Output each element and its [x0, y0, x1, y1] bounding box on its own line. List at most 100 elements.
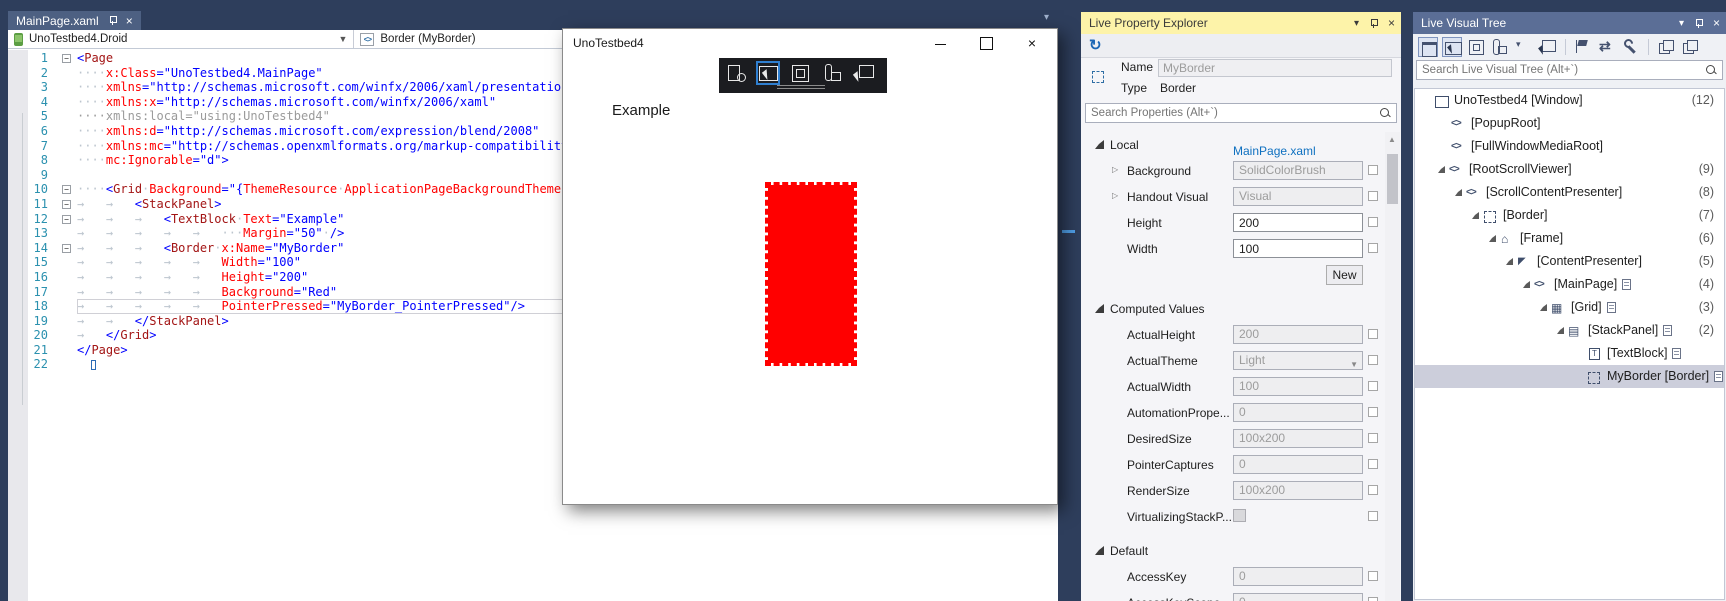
tab-overflow-chevron-icon[interactable]: ▾: [1044, 12, 1049, 23]
section-expanded-icon[interactable]: [1095, 140, 1104, 149]
collapse-region-icon[interactable]: −: [62, 243, 71, 253]
goto-live-visual-tree-icon[interactable]: [725, 62, 747, 84]
tree-expanded-icon[interactable]: [1523, 281, 1530, 288]
window-position-chevron-icon[interactable]: ▾: [1679, 18, 1684, 29]
collapse-region-icon[interactable]: −: [62, 199, 71, 209]
track-focused-icon[interactable]: [821, 62, 843, 84]
close-icon[interactable]: ×: [126, 14, 133, 28]
property-row[interactable]: DesiredSize 100x200: [1081, 426, 1384, 452]
tree-node[interactable]: [Grid] (3): [1415, 296, 1724, 319]
preview-selection-icon[interactable]: [852, 62, 875, 84]
tree-node[interactable]: [StackPanel] (2): [1415, 319, 1724, 342]
close-icon[interactable]: ×: [1388, 16, 1395, 30]
new-property-button[interactable]: New: [1326, 265, 1363, 285]
property-section-header[interactable]: Computed Values: [1081, 296, 1384, 322]
select2-icon[interactable]: [1442, 37, 1462, 57]
property-row[interactable]: Width: [1081, 236, 1384, 262]
breadcrumb-project-dropdown[interactable]: UnoTestbed4.Droid ▼: [8, 30, 353, 48]
property-option-checkbox[interactable]: [1368, 191, 1378, 201]
property-row[interactable]: ActualHeight 200: [1081, 322, 1384, 348]
tree-node[interactable]: [ScrollContentPresenter] (8): [1415, 181, 1724, 204]
property-row[interactable]: ▷ Handout Visual Visual: [1081, 184, 1384, 210]
property-value-checkbox[interactable]: [1233, 509, 1246, 522]
collapse-region-icon[interactable]: −: [62, 185, 71, 195]
lpe-scrollbar[interactable]: ▲: [1385, 132, 1400, 601]
tree-node[interactable]: [MainPage] (4): [1415, 273, 1724, 296]
select-element-icon[interactable]: [756, 61, 780, 85]
collapse-all-icon[interactable]: [1680, 37, 1700, 57]
property-expander-icon[interactable]: ▷: [1112, 165, 1118, 174]
pin-icon[interactable]: [1369, 18, 1378, 29]
source-document-icon[interactable]: [1663, 325, 1673, 336]
section-expanded-icon[interactable]: [1095, 546, 1104, 555]
tree-expanded-icon[interactable]: [1455, 189, 1462, 196]
lpe-title-bar[interactable]: Live Property Explorer ▾ ×: [1081, 12, 1401, 34]
adorn2-icon[interactable]: [1466, 37, 1486, 57]
tree-expanded-icon[interactable]: [1557, 327, 1564, 334]
lvt-title-bar[interactable]: Live Visual Tree ▾ ×: [1413, 12, 1726, 34]
property-row[interactable]: ActualWidth 100: [1081, 374, 1384, 400]
close-button[interactable]: ×: [1017, 35, 1047, 51]
maximize-button[interactable]: [972, 35, 1002, 51]
tree-node[interactable]: UnoTestbed4 [Window] (12): [1415, 89, 1724, 112]
property-option-checkbox[interactable]: [1368, 597, 1378, 601]
source-document-icon[interactable]: [1622, 279, 1632, 290]
pin-icon[interactable]: [1694, 18, 1703, 29]
tree-node[interactable]: [TextBlock]: [1415, 342, 1724, 365]
breadcrumb-element-dropdown[interactable]: <> Border (MyBorder): [354, 30, 481, 48]
search-properties-input[interactable]: [1085, 103, 1397, 123]
tree-node-selected[interactable]: MyBorder [Border]: [1415, 365, 1724, 388]
property-option-checkbox[interactable]: [1368, 433, 1378, 443]
wrench-icon[interactable]: [1621, 37, 1641, 57]
tree-node[interactable]: [ContentPresenter] (5): [1415, 250, 1724, 273]
pin-icon[interactable]: [108, 15, 117, 26]
property-option-checkbox[interactable]: [1368, 355, 1378, 365]
property-value-input[interactable]: [1233, 239, 1363, 258]
minimize-button[interactable]: [927, 35, 957, 51]
tree-node[interactable]: [Border] (7): [1415, 204, 1724, 227]
close-icon[interactable]: ×: [1713, 16, 1720, 30]
property-row[interactable]: AutomationPrope... 0: [1081, 400, 1384, 426]
property-option-checkbox[interactable]: [1368, 485, 1378, 495]
document-tab-mainpage[interactable]: MainPage.xaml ×: [8, 11, 141, 30]
collapse-region-icon[interactable]: −: [62, 54, 71, 63]
section-expanded-icon[interactable]: [1095, 304, 1104, 313]
property-row[interactable]: PointerCaptures 0: [1081, 452, 1384, 478]
property-row[interactable]: ActualTheme Light ▼: [1081, 348, 1384, 374]
property-option-checkbox[interactable]: [1368, 243, 1378, 253]
property-section-header[interactable]: Default: [1081, 538, 1384, 564]
property-option-checkbox[interactable]: [1368, 165, 1378, 175]
element-name-field[interactable]: [1158, 59, 1392, 77]
source-document-icon[interactable]: [1606, 302, 1616, 313]
property-option-checkbox[interactable]: [1368, 511, 1378, 521]
scroll-up-icon[interactable]: ▲: [1388, 135, 1396, 144]
selected-border-element[interactable]: [765, 182, 857, 366]
tree-node[interactable]: [RootScrollViewer] (9): [1415, 158, 1724, 181]
property-row[interactable]: AccessKey 0: [1081, 564, 1384, 590]
preview2-icon[interactable]: [1538, 37, 1558, 57]
refresh2-icon[interactable]: [1597, 37, 1617, 57]
property-option-checkbox[interactable]: [1368, 459, 1378, 469]
tree-expanded-icon[interactable]: [1438, 166, 1445, 173]
property-row[interactable]: AccessKeyScope 0: [1081, 590, 1384, 601]
property-section-header[interactable]: Local MainPage.xaml: [1081, 132, 1384, 158]
window2-icon[interactable]: [1418, 37, 1438, 57]
property-option-checkbox[interactable]: [1368, 329, 1378, 339]
property-expander-icon[interactable]: ▷: [1112, 191, 1118, 200]
display-adornments-icon[interactable]: [789, 62, 811, 84]
property-option-checkbox[interactable]: [1368, 407, 1378, 417]
property-option-checkbox[interactable]: [1368, 217, 1378, 227]
toolbar-drag-handle[interactable]: [777, 85, 825, 89]
tree-node[interactable]: [PopupRoot]: [1415, 112, 1724, 135]
property-row[interactable]: VirtualizingStackP...: [1081, 504, 1384, 530]
collapse-region-icon[interactable]: −: [62, 214, 71, 224]
property-option-checkbox[interactable]: [1368, 571, 1378, 581]
property-row[interactable]: ▷ Background SolidColorBrush: [1081, 158, 1384, 184]
property-option-checkbox[interactable]: [1368, 381, 1378, 391]
source-document-icon[interactable]: [1672, 348, 1682, 359]
property-row[interactable]: RenderSize 100x200: [1081, 478, 1384, 504]
tree-expanded-icon[interactable]: [1489, 235, 1496, 242]
tree-node[interactable]: [FullWindowMediaRoot]: [1415, 135, 1724, 158]
tree-node[interactable]: [Frame] (6): [1415, 227, 1724, 250]
scrollbar-thumb[interactable]: [1387, 154, 1398, 204]
